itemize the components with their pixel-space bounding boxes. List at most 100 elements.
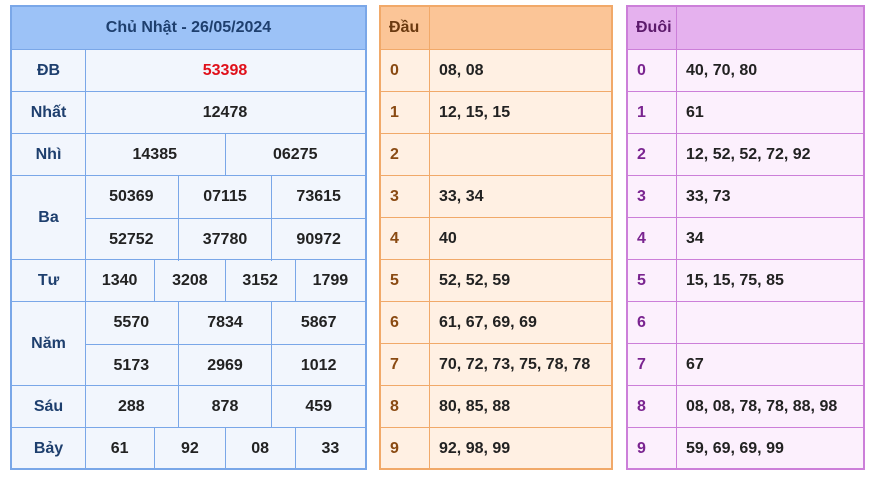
duoi-row: 7 67	[628, 343, 863, 385]
prize-number: 5867	[271, 302, 365, 344]
duoi-digit: 2	[628, 134, 677, 175]
dau-header-label: Đầu	[381, 7, 430, 49]
duoi-numbers: 59, 69, 69, 99	[686, 439, 784, 457]
prize-number: 5173	[113, 357, 150, 374]
duoi-numbers: 40, 70, 80	[686, 61, 758, 79]
prize-number: 12478	[202, 104, 248, 121]
dau-numbers: 52, 52, 59	[439, 271, 511, 289]
dau-digit: 7	[381, 344, 430, 385]
prize-number: 2969	[177, 345, 272, 387]
duoi-row: 4 34	[628, 217, 863, 259]
dau-header: Đầu	[381, 7, 611, 49]
duoi-row: 6	[628, 301, 863, 343]
prize-number: 1012	[271, 345, 365, 387]
prize-row: Bảy 61 92 08 33	[12, 427, 365, 470]
dau-numbers: 61, 67, 69, 69	[439, 313, 537, 331]
duoi-digit: 7	[628, 344, 677, 385]
duoi-numbers: 33, 73	[686, 187, 731, 205]
duoi-numbers: 61	[686, 103, 704, 121]
results-table: Chủ Nhật - 26/05/2024 ĐB 53398 Nhất 12478 Nh…	[10, 5, 367, 470]
prize-number: 1340	[101, 272, 138, 289]
draw-date-title: Chủ Nhật - 26/05/2024	[12, 7, 365, 49]
prize-label: Tư	[12, 260, 86, 301]
duoi-header-label: Đuôi	[628, 7, 677, 49]
dau-digit: 6	[381, 302, 430, 343]
prize-number: 61	[110, 440, 129, 457]
duoi-digit: 0	[628, 50, 677, 91]
duoi-digit: 4	[628, 218, 677, 259]
dau-row: 8 80, 85, 88	[381, 385, 611, 427]
prize-number: 1799	[294, 260, 365, 302]
dau-row: 5 52, 52, 59	[381, 259, 611, 301]
dau-row: 7 70, 72, 73, 75, 78, 78	[381, 343, 611, 385]
dau-digit: 1	[381, 92, 430, 133]
duoi-table: Đuôi 0 40, 70, 80 1 61 2 12, 52, 52, 72, 92 3 3…	[626, 5, 865, 470]
prize-row: Nhì 14385 06275	[12, 133, 366, 176]
duoi-header: Đuôi	[628, 7, 863, 49]
dau-numbers: 92, 98, 99	[439, 439, 511, 457]
prize-number: 52752	[109, 231, 154, 248]
duoi-digit: 3	[628, 176, 677, 217]
prize-row: Ba 50369 07115 73615 52752 37780 90972	[12, 175, 365, 261]
duoi-numbers: 34	[686, 229, 704, 247]
prize-label: Nhất	[12, 92, 86, 133]
prize-row: ĐB 53398	[12, 49, 365, 91]
prize-number: 73615	[271, 176, 365, 218]
dau-digit: 8	[381, 386, 430, 427]
prize-label: Sáu	[12, 386, 86, 427]
dau-digit: 0	[381, 50, 430, 91]
dau-digit: 4	[381, 218, 430, 259]
prize-number: 5570	[113, 314, 150, 331]
dau-numbers	[430, 134, 611, 175]
dau-row: 9 92, 98, 99	[381, 427, 611, 469]
prize-number: 288	[117, 398, 145, 415]
duoi-digit: 9	[628, 428, 677, 469]
duoi-digit: 8	[628, 386, 677, 427]
duoi-row: 3 33, 73	[628, 175, 863, 217]
duoi-digit: 5	[628, 260, 677, 301]
prize-number: 92	[154, 428, 224, 470]
prize-label: Nhì	[12, 134, 86, 175]
dau-digit: 3	[381, 176, 430, 217]
prize-row: Nhất 12478	[12, 91, 365, 133]
prize-number: 90972	[271, 219, 365, 261]
duoi-row: 0 40, 70, 80	[628, 49, 863, 91]
duoi-numbers: 12, 52, 52, 72, 92	[686, 145, 811, 163]
duoi-numbers: 67	[686, 355, 704, 373]
prize-row: Tư 1340 3208 3152 1799	[12, 259, 365, 302]
prize-number: 3208	[154, 260, 224, 302]
duoi-digit: 6	[628, 302, 677, 343]
dau-table: Đầu 0 08, 08 1 12, 15, 15 2 3 33, 34 4 40 5 52, 52…	[379, 5, 613, 470]
dau-numbers: 70, 72, 73, 75, 78, 78	[439, 355, 591, 373]
dau-row: 0 08, 08	[381, 49, 611, 91]
duoi-row: 5 15, 15, 75, 85	[628, 259, 863, 301]
dau-row: 1 12, 15, 15	[381, 91, 611, 133]
dau-digit: 5	[381, 260, 430, 301]
duoi-row: 8 08, 08, 78, 78, 88, 98	[628, 385, 863, 427]
dau-row: 2	[381, 133, 611, 175]
dau-numbers: 08, 08	[439, 61, 484, 79]
duoi-numbers	[677, 302, 863, 343]
prize-number: 3152	[224, 260, 295, 302]
prize-label: ĐB	[12, 50, 86, 91]
prize-number: 14385	[132, 146, 178, 163]
dau-digit: 2	[381, 134, 430, 175]
dau-row: 4 40	[381, 217, 611, 259]
dau-numbers: 33, 34	[439, 187, 484, 205]
prize-number: 37780	[177, 219, 272, 261]
duoi-digit: 1	[628, 92, 677, 133]
prize-row: Năm 5570 7834 5867 5173 2969 1012	[12, 301, 365, 387]
duoi-row: 9 59, 69, 69, 99	[628, 427, 863, 469]
prize-number: 878	[177, 386, 272, 428]
duoi-numbers: 08, 08, 78, 78, 88, 98	[686, 397, 838, 415]
prize-number: 06275	[224, 134, 366, 176]
prize-row: Sáu 288 878 459	[12, 385, 365, 428]
dau-digit: 9	[381, 428, 430, 469]
dau-numbers: 80, 85, 88	[439, 397, 511, 415]
prize-label: Ba	[12, 176, 86, 259]
prize-label: Năm	[12, 302, 86, 385]
dau-numbers: 12, 15, 15	[439, 103, 511, 121]
dau-row: 6 61, 67, 69, 69	[381, 301, 611, 343]
prize-number: 53398	[202, 62, 248, 79]
prize-number: 07115	[177, 176, 272, 218]
